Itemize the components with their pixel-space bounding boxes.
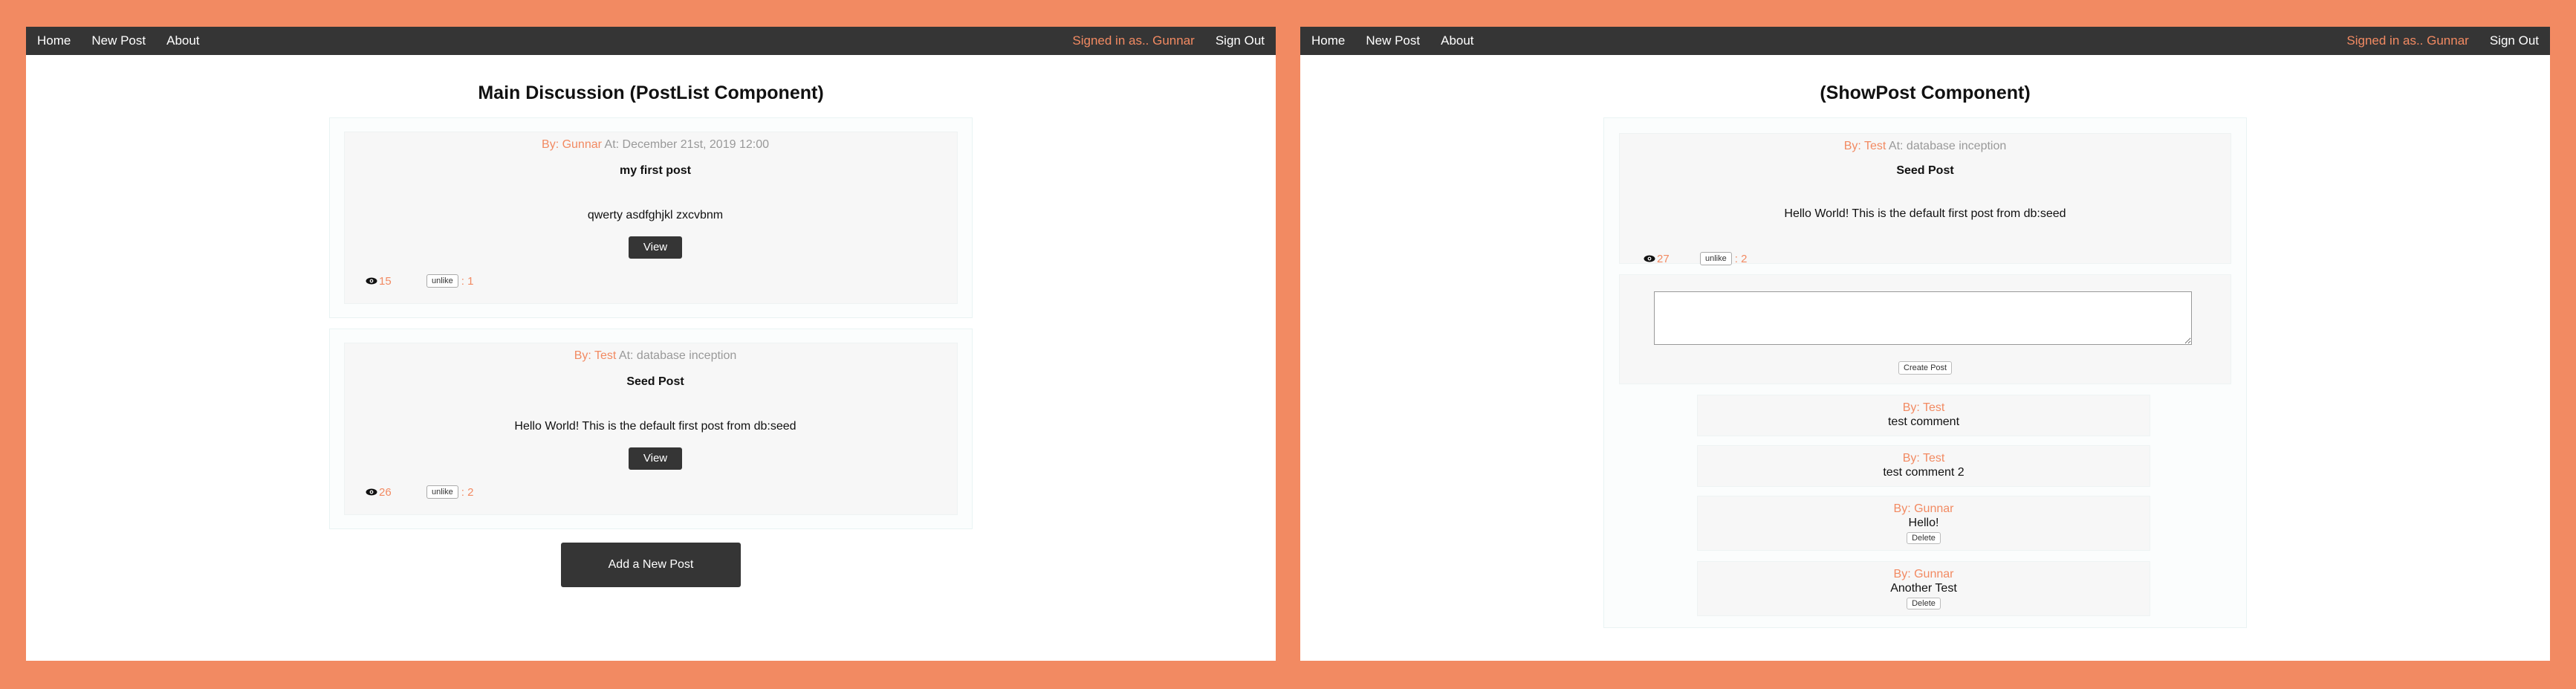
unlike-button[interactable]: unlike (426, 274, 458, 288)
like-count: : 1 (461, 274, 474, 288)
add-new-post-button[interactable]: Add a New Post (561, 543, 741, 587)
delete-comment-button[interactable]: Delete (1907, 532, 1941, 544)
comment-author: By: Gunnar (1893, 568, 1954, 580)
comment-author: By: Gunnar (1893, 502, 1954, 515)
post-card: By: Gunnar At: December 21st, 2019 12:00… (344, 132, 958, 304)
eye-icon (1644, 255, 1655, 262)
post-list: By: Gunnar At: December 21st, 2019 12:00… (329, 117, 973, 540)
post-body: Hello World! This is the default first p… (514, 420, 797, 433)
post-date: At: database inception (1886, 140, 2007, 152)
like-count: : 2 (461, 485, 474, 499)
post-title: my first post (619, 164, 691, 177)
page-title: (ShowPost Component) (1820, 83, 2031, 103)
comment-text: test comment (1887, 415, 1960, 428)
comment-input[interactable] (1654, 291, 2192, 345)
navbar: Home New Post About Signed in as.. Gunna… (1300, 27, 2550, 55)
page-title: Main Discussion (PostList Component) (478, 83, 824, 103)
navbar: Home New Post About Signed in as.. Gunna… (26, 27, 1276, 55)
view-post-button[interactable]: View (629, 236, 682, 259)
sign-out-link[interactable]: Sign Out (2490, 33, 2539, 48)
post-meta: By: Test At: database inception (1620, 138, 2231, 155)
nav-home-link[interactable]: Home (1311, 33, 1345, 48)
like-count: : 2 (1734, 252, 1748, 265)
nav-new-post-link[interactable]: New Post (1366, 33, 1420, 48)
sign-out-link[interactable]: Sign Out (1216, 33, 1265, 48)
comment-item: By: Test test comment 2 (1697, 445, 2150, 487)
delete-comment-button[interactable]: Delete (1907, 598, 1941, 609)
create-post-button[interactable]: Create Post (1898, 361, 1953, 375)
eye-icon (366, 488, 377, 496)
post-card: By: Test At: database inception Seed Pos… (1619, 133, 2231, 266)
post-date: At: December 21st, 2019 12:00 (601, 138, 769, 151)
post-title: Seed Post (626, 375, 684, 388)
post-author: By: Gunnar (542, 138, 602, 151)
post-author: By: Test (574, 349, 617, 362)
post-item: By: Gunnar At: December 21st, 2019 12:00… (329, 117, 973, 318)
post-stats: 27 unlike : 2 (1644, 251, 1747, 266)
comment-item: By: Gunnar Another Test Delete (1697, 561, 2150, 616)
comment-text: Another Test (1890, 582, 1957, 595)
post-meta: By: Gunnar At: December 21st, 2019 12:00 (366, 137, 945, 153)
showpost-panel: Home New Post About Signed in as.. Gunna… (1300, 27, 2550, 661)
comment-text: test comment 2 (1883, 466, 1965, 479)
eye-icon (366, 277, 377, 285)
view-count: 26 (379, 485, 392, 499)
comment-item: By: Test test comment (1697, 395, 2150, 436)
comment-author: By: Test (1902, 452, 1945, 465)
signed-in-status: Signed in as.. Gunnar (1072, 33, 1195, 48)
post-body: Hello World! This is the default first p… (1784, 207, 2066, 220)
post-stats: 15 unlike : 1 (366, 274, 945, 288)
view-count: 27 (1657, 252, 1670, 265)
post-detail: By: Test At: database inception Seed Pos… (1603, 117, 2247, 628)
nav-about-link[interactable]: About (166, 33, 199, 48)
post-item: By: Test At: database inception Seed Pos… (329, 329, 973, 529)
view-count: 15 (379, 274, 392, 288)
post-author: By: Test (1843, 140, 1886, 152)
comment-item: By: Gunnar Hello! Delete (1697, 496, 2150, 551)
unlike-button[interactable]: unlike (426, 485, 458, 499)
post-stats: 26 unlike : 2 (366, 485, 945, 499)
post-body: qwerty asdfghjkl zxcvbnm (587, 209, 724, 221)
unlike-button[interactable]: unlike (1700, 252, 1732, 265)
view-post-button[interactable]: View (629, 447, 682, 470)
post-meta: By: Test At: database inception (366, 348, 945, 364)
nav-new-post-link[interactable]: New Post (91, 33, 146, 48)
comment-text: Hello! (1908, 517, 1939, 529)
signed-in-status: Signed in as.. Gunnar (2346, 33, 2469, 48)
post-card: By: Test At: database inception Seed Pos… (344, 343, 958, 515)
post-date: At: database inception (616, 349, 737, 362)
post-title: Seed Post (1896, 164, 1954, 177)
comment-author: By: Test (1902, 401, 1945, 414)
nav-home-link[interactable]: Home (37, 33, 71, 48)
comment-form: Create Post (1619, 274, 2231, 384)
postlist-panel: Home New Post About Signed in as.. Gunna… (26, 27, 1276, 661)
nav-about-link[interactable]: About (1441, 33, 1473, 48)
